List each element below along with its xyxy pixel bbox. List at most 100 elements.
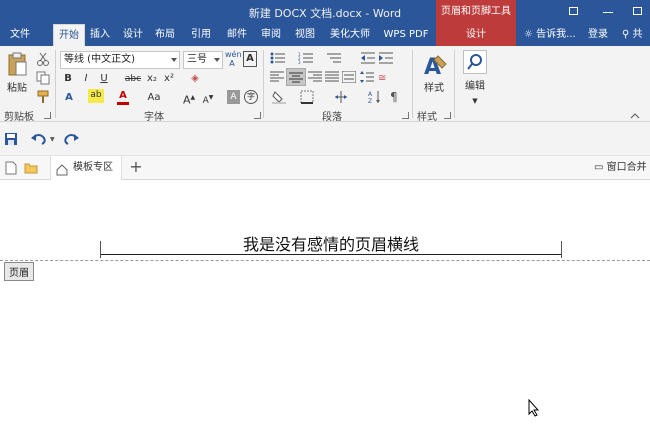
clear-format-icon[interactable]: ◈	[188, 70, 202, 88]
tab-view[interactable]: 视图	[290, 24, 320, 46]
grow-font-icon[interactable]: A▲	[183, 89, 195, 107]
tab-home[interactable]: 开始	[53, 24, 85, 46]
chevron-down-icon	[171, 58, 177, 62]
ribbon-tabs: 文件 开始 插入 设计 布局 引用 邮件 审阅 视图 美化大师 WPS PDF …	[0, 24, 650, 46]
new-document-icon[interactable]	[5, 161, 17, 175]
tab-mailings[interactable]: 邮件	[222, 24, 252, 46]
multilevel-list-icon[interactable]	[326, 52, 342, 64]
align-center-button[interactable]	[286, 68, 306, 86]
paragraph-marks-icon[interactable]: ¶	[390, 90, 402, 104]
sort-icon[interactable]: AZ	[368, 90, 382, 105]
styles-button[interactable]: A	[422, 52, 448, 80]
tab-beautify[interactable]: 美化大师	[325, 24, 375, 46]
template-zone-label: 模板专区	[73, 162, 113, 173]
decrease-indent-icon[interactable]	[360, 52, 376, 64]
clipboard-launcher-icon[interactable]	[44, 112, 51, 119]
header-text[interactable]: 我是没有感情的页眉横线	[100, 231, 562, 255]
clipboard-group-label: 剪贴板	[4, 112, 34, 123]
align-center-icon	[289, 72, 303, 83]
justify-icon[interactable]	[325, 71, 339, 83]
tab-design[interactable]: 设计	[118, 24, 148, 46]
change-case-button[interactable]: Aa	[144, 89, 164, 107]
document-page[interactable]: 我是没有感情的页眉横线 页眉	[0, 181, 650, 438]
undo-icon[interactable]	[30, 132, 48, 146]
lightbulb-icon: ☼	[524, 29, 533, 40]
chevron-down-icon[interactable]: ▼	[50, 136, 58, 144]
restore-icon[interactable]	[630, 4, 646, 20]
header-boundary-line	[0, 260, 650, 261]
editing-button[interactable]	[463, 50, 487, 74]
folder-icon[interactable]	[24, 162, 38, 174]
cut-icon[interactable]	[36, 52, 50, 66]
tab-references[interactable]: 引用	[186, 24, 216, 46]
text-effects-icon[interactable]: A	[62, 89, 76, 107]
highlight-icon[interactable]: ab	[88, 89, 104, 103]
char-shading-icon[interactable]: A	[227, 90, 240, 104]
shading-icon[interactable]	[272, 90, 286, 104]
superscript-button[interactable]: x²	[162, 70, 176, 88]
increase-indent-icon[interactable]	[378, 52, 394, 64]
search-icon	[467, 54, 482, 70]
tab-review[interactable]: 审阅	[256, 24, 286, 46]
shrink-font-icon[interactable]: A▼	[202, 89, 214, 107]
line-spacing-icon[interactable]	[360, 71, 374, 83]
enclosed-char-icon[interactable]: 字	[244, 90, 258, 104]
asian-typography-icon[interactable]	[334, 90, 348, 104]
font-color-icon[interactable]: A	[117, 89, 129, 105]
paste-button[interactable]	[6, 52, 28, 78]
copy-icon[interactable]	[36, 71, 50, 85]
share-label: 共	[632, 29, 643, 40]
chinese-layout-icon[interactable]: ≅	[378, 71, 392, 84]
tab-template-zone[interactable]: 模板专区	[50, 156, 122, 180]
paragraph-launcher-icon[interactable]	[402, 112, 409, 119]
font-launcher-icon[interactable]	[254, 112, 261, 119]
svg-text:3: 3	[298, 60, 301, 64]
borders-icon[interactable]	[300, 90, 314, 104]
add-tab-button[interactable]: +	[128, 158, 144, 176]
bold-button[interactable]: B	[62, 70, 74, 88]
window-merge-button[interactable]: ▭ 窗口合并	[594, 159, 650, 177]
tab-file[interactable]: 文件	[4, 24, 36, 46]
strikethrough-button[interactable]: abc	[124, 70, 142, 88]
header-margin-tick	[100, 241, 101, 258]
home-icon	[56, 162, 68, 176]
group-separator	[263, 50, 264, 118]
font-name-combo[interactable]: 等线 (中文正文)	[60, 51, 180, 69]
styles-group-label: 样式	[417, 112, 437, 123]
font-name-value: 等线 (中文正文)	[64, 54, 135, 65]
numbering-icon[interactable]: 123	[298, 52, 314, 65]
redo-icon[interactable]	[64, 132, 80, 146]
collapse-ribbon-icon[interactable]	[630, 110, 640, 119]
tell-me-text: 告诉我...	[536, 29, 576, 40]
styles-launcher-icon[interactable]	[444, 112, 451, 119]
header-rule-line	[100, 241, 562, 258]
char-border-icon[interactable]: A	[243, 51, 257, 67]
share-button[interactable]: ⚲ 共	[622, 24, 643, 46]
window-merge-label: 窗口合并	[606, 162, 647, 173]
ribbon-display-icon[interactable]	[566, 4, 582, 20]
login-link[interactable]: 登录	[588, 24, 608, 46]
header-margin-tick	[561, 241, 562, 258]
font-size-combo[interactable]: 三号	[183, 51, 223, 69]
format-painter-icon[interactable]	[36, 90, 50, 104]
underline-button[interactable]: U	[98, 70, 110, 88]
subscript-button[interactable]: x₂	[145, 70, 159, 88]
quick-access-toolbar: ▼	[0, 122, 650, 156]
tab-insert[interactable]: 插入	[85, 24, 115, 46]
align-left-icon[interactable]	[270, 71, 284, 83]
chevron-down-icon[interactable]: ▼	[470, 92, 480, 110]
font-size-value: 三号	[187, 54, 207, 65]
tab-layout[interactable]: 布局	[150, 24, 180, 46]
distributed-icon[interactable]	[341, 70, 357, 84]
tab-header-footer-design[interactable]: 设计	[436, 24, 516, 46]
bullets-icon[interactable]	[270, 52, 286, 64]
chevron-down-icon	[214, 58, 220, 62]
group-separator	[412, 50, 413, 118]
italic-button[interactable]: I	[80, 70, 92, 88]
tab-wps-pdf[interactable]: WPS PDF	[380, 24, 432, 46]
minimize-icon[interactable]	[600, 4, 616, 20]
phonetic-guide-icon[interactable]: wén A	[225, 50, 242, 68]
align-right-icon[interactable]	[308, 71, 322, 83]
tell-me-box[interactable]: ☼ 告诉我...	[524, 24, 576, 46]
save-icon[interactable]	[4, 132, 18, 146]
